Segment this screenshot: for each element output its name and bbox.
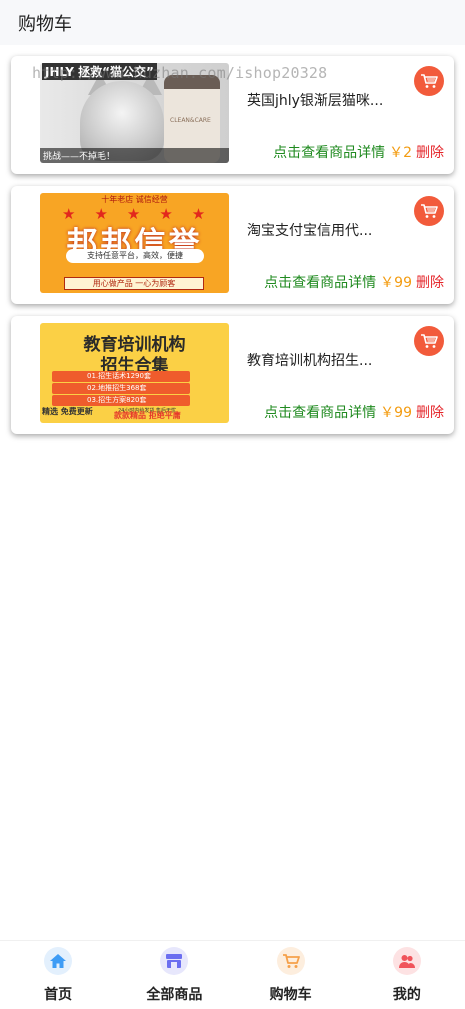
image-caption-text: 挑战——不掉毛！ — [40, 148, 229, 163]
view-detail-link[interactable]: 点击查看商品详情 — [264, 272, 376, 292]
tab-mine[interactable]: 我的 — [349, 941, 465, 1009]
cart-list: CLEAN&CARE JHLY 拯救“猫公交” 挑战——不掉毛！ 英国jhly银… — [11, 56, 454, 446]
image-bottom-text: 款款精品 拒绝平庸 — [114, 411, 181, 420]
cart-icon — [421, 204, 438, 218]
product-title[interactable]: 英国jhly银渐层猫咪... — [247, 90, 397, 110]
delete-button[interactable]: 删除 — [416, 142, 444, 162]
item-price: ￥2 — [389, 145, 412, 161]
item-actions: 点击查看商品详情 ￥2 删除 — [273, 142, 444, 162]
image-bar-3: 03.招生方案820套 — [52, 395, 190, 406]
tab-label: 购物车 — [269, 987, 312, 1003]
view-detail-link[interactable]: 点击查看商品详情 — [273, 142, 385, 162]
item-price: ￥99 — [380, 405, 412, 421]
page-title: 购物车 — [18, 13, 72, 35]
product-title[interactable]: 淘宝支付宝信用代... — [247, 220, 397, 240]
image-bar-1: 01.招生话术1290套 — [52, 371, 190, 382]
product-title[interactable]: 教育培训机构招生... — [247, 350, 397, 370]
delete-button[interactable]: 删除 — [416, 272, 444, 292]
user-icon — [392, 947, 421, 975]
bottle-text: CLEAN&CARE — [170, 117, 211, 124]
page-header: 购物车 — [0, 0, 465, 45]
image-bar-2: 02.地推招生368套 — [52, 383, 190, 394]
image-brand-text: JHLY 拯救“猫公交” — [42, 63, 157, 80]
product-image[interactable]: 教育培训机构 招生合集 01.招生话术1290套 02.地推招生368套 03.… — [40, 323, 229, 423]
tab-label: 全部商品 — [146, 987, 203, 1003]
bottom-tab-bar: 首页 全部商品 购物车 我的 — [0, 940, 465, 1009]
product-image[interactable]: CLEAN&CARE JHLY 拯救“猫公交” 挑战——不掉毛！ — [40, 63, 229, 163]
image-foot-text: 用心做产品 一心为顾客 — [64, 277, 204, 290]
item-price: ￥99 — [380, 275, 412, 291]
delete-button[interactable]: 删除 — [416, 402, 444, 422]
add-to-cart-button[interactable] — [414, 66, 444, 96]
add-to-cart-button[interactable] — [414, 326, 444, 356]
tab-label: 首页 — [44, 987, 73, 1003]
tab-home[interactable]: 首页 — [0, 941, 116, 1009]
home-icon — [44, 947, 73, 975]
add-to-cart-button[interactable] — [414, 196, 444, 226]
tab-cart[interactable]: 购物车 — [233, 941, 349, 1009]
tab-all-products[interactable]: 全部商品 — [116, 941, 232, 1009]
image-top-text: 十年老店 诚信经营 — [101, 195, 168, 204]
store-icon — [160, 947, 189, 975]
product-image[interactable]: 十年老店 诚信经营 ★★★★★ 邦邦信誉 支持任意平台，高效，便捷 用心做产品 … — [40, 193, 229, 293]
cart-icon — [276, 947, 305, 975]
cart-item[interactable]: 教育培训机构 招生合集 01.招生话术1290套 02.地推招生368套 03.… — [11, 316, 454, 434]
cart-icon — [421, 74, 438, 88]
image-left-text: 精选 免费更新 — [42, 407, 93, 416]
tab-label: 我的 — [392, 987, 421, 1003]
view-detail-link[interactable]: 点击查看商品详情 — [264, 402, 376, 422]
cart-icon — [421, 334, 438, 348]
cart-item[interactable]: CLEAN&CARE JHLY 拯救“猫公交” 挑战——不掉毛！ 英国jhly银… — [11, 56, 454, 174]
item-actions: 点击查看商品详情 ￥99 删除 — [264, 272, 444, 292]
item-actions: 点击查看商品详情 ￥99 删除 — [264, 402, 444, 422]
image-pill-text: 支持任意平台，高效，便捷 — [66, 249, 204, 263]
cart-item[interactable]: 十年老店 诚信经营 ★★★★★ 邦邦信誉 支持任意平台，高效，便捷 用心做产品 … — [11, 186, 454, 304]
